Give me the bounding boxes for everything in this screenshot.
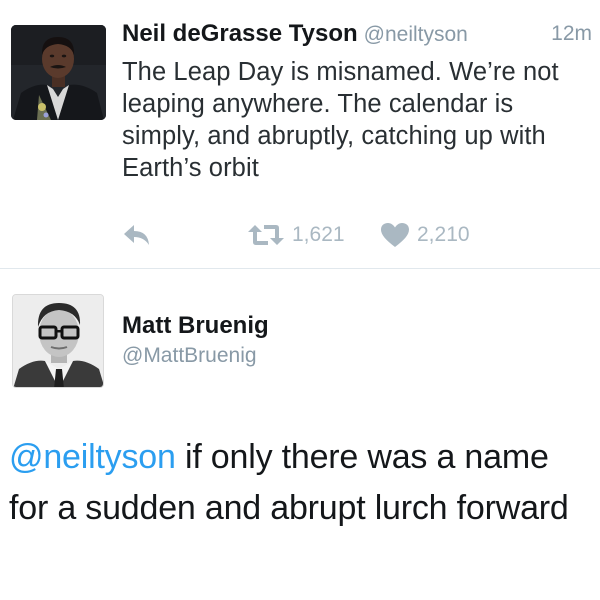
page: Neil deGrasse Tyson @neiltyson 12m The Le… xyxy=(0,0,600,600)
avatar-photo xyxy=(13,295,103,387)
retweet-icon xyxy=(248,225,284,245)
mention-link[interactable]: @neiltyson xyxy=(9,438,176,476)
reply-text: @neiltyson if only there was a name for … xyxy=(9,432,594,534)
reply-arrow-icon xyxy=(124,225,149,245)
author-handle[interactable]: @MattBruenig xyxy=(122,344,257,368)
avatar[interactable] xyxy=(12,294,104,388)
author-handle[interactable]: @neiltyson xyxy=(364,23,468,46)
avatar[interactable] xyxy=(11,25,106,120)
like-button[interactable]: 2,210 xyxy=(380,220,470,250)
tweet-actions: 1,621 2,210 xyxy=(122,220,592,250)
tweet-timestamp[interactable]: 12m xyxy=(551,18,592,50)
like-count: 2,210 xyxy=(417,223,470,246)
reply-button[interactable] xyxy=(122,222,152,248)
heart-icon xyxy=(381,223,409,247)
avatar-photo xyxy=(11,25,106,120)
tweet-header: Neil deGrasse Tyson @neiltyson 12m xyxy=(122,18,592,51)
retweet-button[interactable]: 1,621 xyxy=(247,220,345,250)
retweet-count: 1,621 xyxy=(292,223,345,246)
author-name[interactable]: Neil deGrasse Tyson xyxy=(122,20,358,47)
author-name[interactable]: Matt Bruenig xyxy=(122,312,269,340)
tweet-text: The Leap Day is misnamed. We’re not leap… xyxy=(122,58,559,182)
tweet: Neil deGrasse Tyson @neiltyson 12m The Le… xyxy=(0,0,600,269)
